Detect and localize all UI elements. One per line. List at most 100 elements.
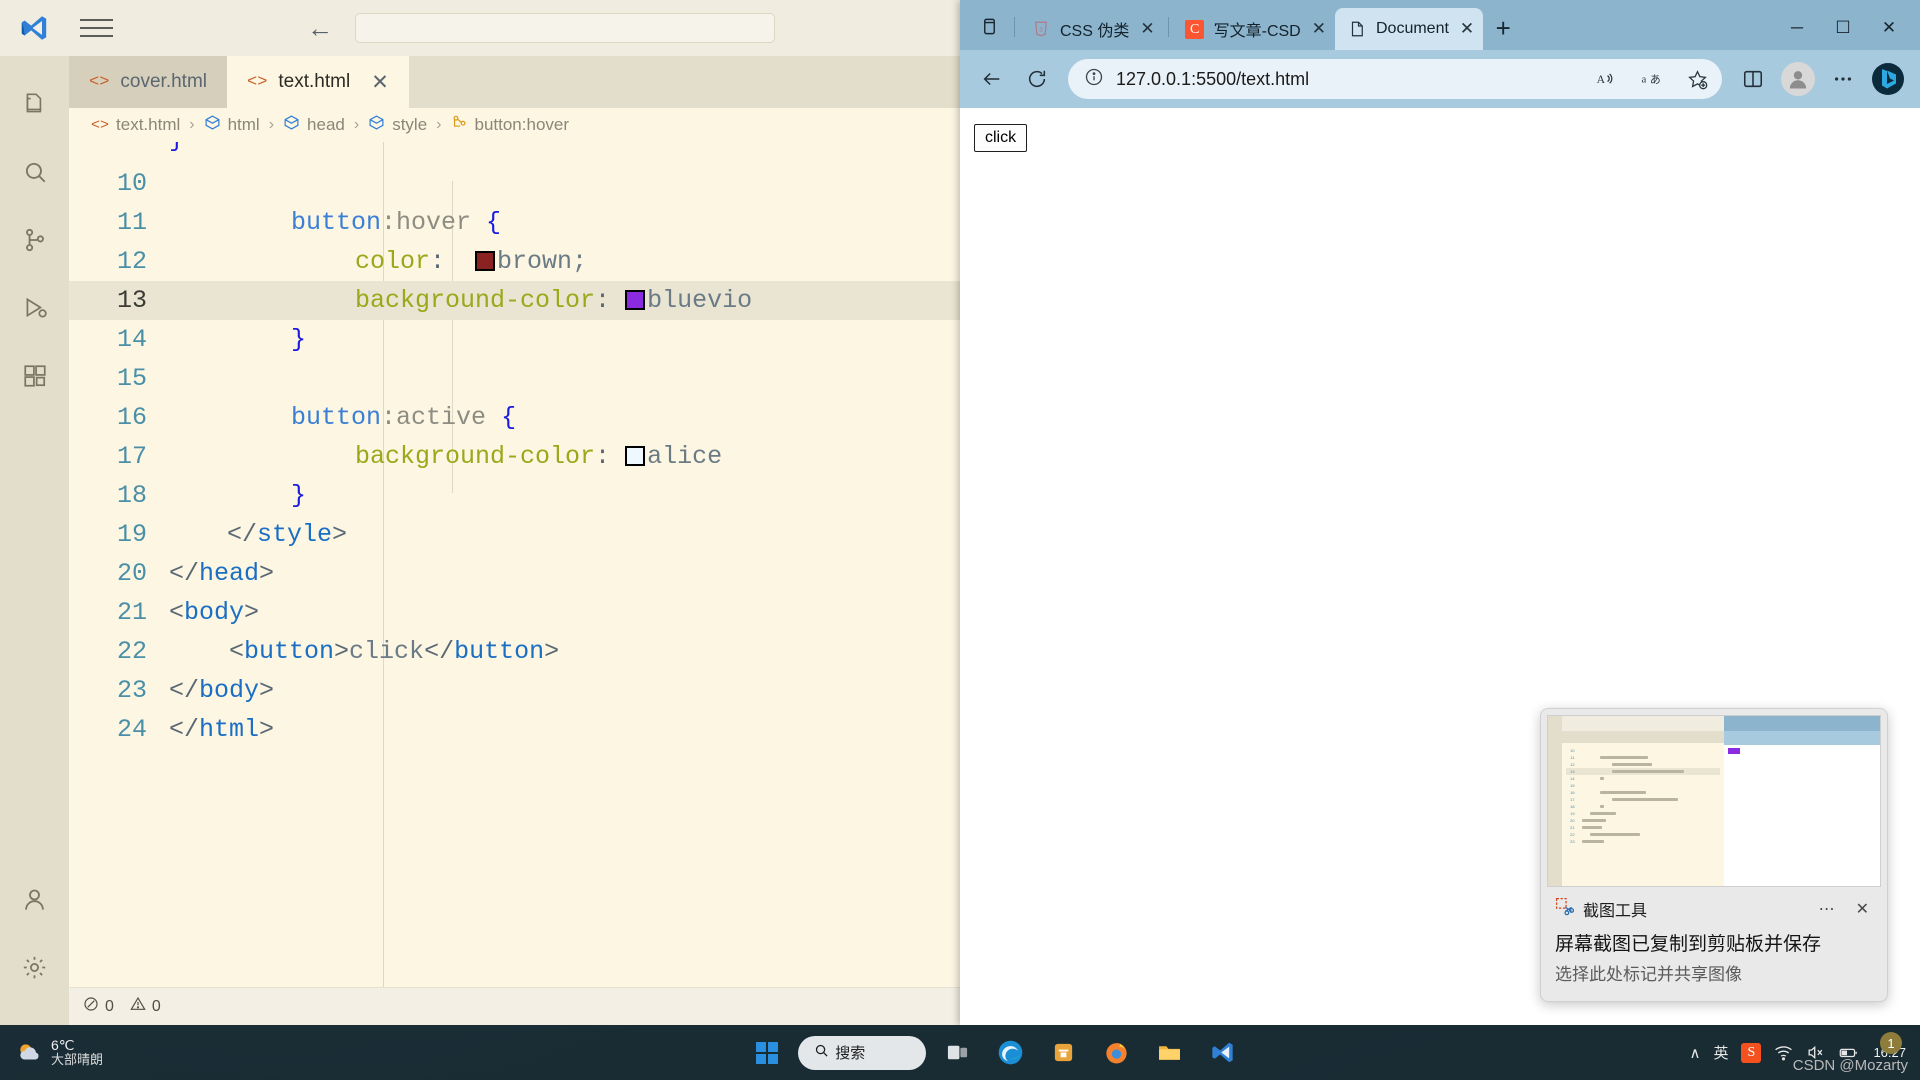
arrow-left-icon[interactable]: [972, 59, 1012, 99]
taskbar-app-task-view[interactable]: [935, 1031, 979, 1075]
editor-tab-text-html[interactable]: <> text.html ✕: [227, 56, 409, 108]
editor-tab-cover-html[interactable]: <> cover.html: [69, 56, 227, 108]
translate-icon[interactable]: a あ: [1634, 62, 1668, 96]
windows-start-icon[interactable]: [745, 1031, 789, 1075]
close-icon[interactable]: ✕: [1312, 19, 1326, 39]
taskbar-app-microsoft-store[interactable]: [1041, 1031, 1085, 1075]
info-circle-icon[interactable]: [1084, 67, 1104, 92]
code-row-current[interactable]: 13 background-color: bluevio: [69, 281, 960, 320]
browser-tab-title: CSS 伪类: [1060, 23, 1130, 40]
code-line-text: }: [291, 325, 307, 354]
browser-tab-csdn[interactable]: C 写文章-CSD ✕: [1173, 8, 1335, 50]
browser-tab-title: 写文章-CSD: [1213, 23, 1301, 40]
sidebar-item-accounts[interactable]: [0, 865, 69, 933]
code-row[interactable]: 15: [69, 359, 960, 398]
toast-body[interactable]: 屏幕截图已复制到剪贴板并保存 选择此处标记并共享图像: [1541, 925, 1887, 1001]
code-line-text: <button>click</button>: [229, 637, 560, 666]
code-row[interactable]: 16 button:active {: [69, 398, 960, 437]
tray-overflow-icon[interactable]: ∧: [1689, 1044, 1700, 1062]
code-row[interactable]: 11 button:hover {: [69, 203, 960, 242]
symbol-cube-icon: [283, 114, 300, 136]
code-row[interactable]: 10: [69, 164, 960, 203]
page-click-button[interactable]: click: [974, 124, 1028, 152]
sidebar-item-source-control[interactable]: [0, 206, 69, 274]
sidebar-item-run-and-debug[interactable]: [0, 274, 69, 342]
code-row[interactable]: 24 </html>: [69, 710, 960, 749]
breadcrumb-item-file[interactable]: <> text.html: [91, 115, 180, 135]
more-options-icon[interactable]: [1823, 59, 1863, 99]
address-bar[interactable]: 127.0.0.1:5500/text.html A a あ: [1068, 59, 1722, 99]
code-editor[interactable]: } 10 11 button:hover { 12 color:: [69, 142, 960, 987]
html-file-icon: <>: [89, 72, 110, 92]
warning-triangle-icon: [130, 996, 146, 1017]
css3-icon: 3: [1031, 19, 1051, 39]
sidebar-item-search[interactable]: [0, 138, 69, 206]
svg-text:3: 3: [1039, 26, 1043, 33]
browser-tab-document[interactable]: Document ✕: [1334, 8, 1484, 50]
breadcrumb-label: text.html: [116, 115, 181, 134]
status-warnings[interactable]: 0: [130, 996, 161, 1017]
new-tab-button[interactable]: +: [1483, 8, 1523, 48]
more-options-icon[interactable]: ⋯: [1813, 899, 1841, 919]
refresh-icon[interactable]: [1017, 59, 1057, 99]
read-aloud-icon[interactable]: A: [1588, 62, 1622, 96]
taskbar-weather-widget[interactable]: 6℃ 大部晴朗: [0, 1037, 300, 1068]
code-line-text: background-color: bluevio: [355, 286, 753, 315]
status-errors[interactable]: 0: [83, 996, 114, 1017]
close-icon[interactable]: ✕: [1140, 19, 1154, 39]
sogou-ime-icon[interactable]: S: [1741, 1042, 1762, 1063]
add-favorite-star-icon[interactable]: [1680, 62, 1714, 96]
browser-tab-css-pseudo[interactable]: 3 CSS 伪类 ✕: [1019, 8, 1164, 50]
line-number: 22: [116, 637, 147, 666]
code-row[interactable]: 17 background-color: alice: [69, 437, 960, 476]
close-icon[interactable]: ✕: [1850, 899, 1875, 919]
html-file-icon: <>: [247, 72, 268, 92]
code-row[interactable]: 19 </style>: [69, 515, 960, 554]
code-lines: } 10 11 button:hover { 12 color:: [69, 142, 960, 749]
code-row[interactable]: 23 </body>: [69, 671, 960, 710]
profile-avatar-icon[interactable]: [1778, 59, 1818, 99]
minimize-button[interactable]: ─: [1774, 6, 1820, 50]
split-screen-icon[interactable]: [1733, 59, 1773, 99]
status-errors-count: 0: [105, 997, 114, 1015]
taskbar-app-microsoft-edge[interactable]: [988, 1031, 1032, 1075]
breadcrumb-item-html[interactable]: html: [204, 114, 260, 136]
vscode-title-bar: ←: [0, 0, 960, 56]
close-button[interactable]: ✕: [1866, 6, 1912, 50]
breadcrumb-item-rule[interactable]: button:hover: [451, 114, 569, 136]
code-row[interactable]: 21 <body>: [69, 593, 960, 632]
wifi-icon[interactable]: [1774, 1043, 1793, 1062]
taskbar-search-box[interactable]: 搜索: [798, 1035, 927, 1070]
line-number: 14: [116, 325, 147, 354]
code-row[interactable]: 12 color: brown;: [69, 242, 960, 281]
arrow-left-icon[interactable]: ←: [307, 15, 333, 41]
copilot-bing-icon[interactable]: [1868, 59, 1908, 99]
taskbar-app-visual-studio-code[interactable]: [1200, 1031, 1244, 1075]
code-row[interactable]: 22 <button>click</button>: [69, 632, 960, 671]
ime-language-indicator[interactable]: 英: [1713, 1042, 1728, 1063]
tab-actions-icon[interactable]: [968, 5, 1010, 47]
taskbar-center: 搜索: [300, 1031, 1689, 1075]
code-row[interactable]: 18 }: [69, 476, 960, 515]
taskbar-app-file-explorer[interactable]: [1147, 1031, 1191, 1075]
code-row[interactable]: 20 </head>: [69, 554, 960, 593]
code-row[interactable]: 14 }: [69, 320, 960, 359]
code-line-text: </body>: [169, 676, 275, 705]
hamburger-menu-icon[interactable]: [70, 6, 122, 50]
breadcrumb-separator: ›: [189, 116, 195, 133]
sidebar-item-explorer[interactable]: [0, 70, 69, 138]
notification-badge: 1: [1880, 1032, 1902, 1054]
sidebar-item-settings[interactable]: [0, 933, 69, 1001]
notification-toast[interactable]: 10 11 12 13 14 15 16 17 18 19 20 21 22 2…: [1540, 708, 1888, 1002]
screenshot-preview[interactable]: 10 11 12 13 14 15 16 17 18 19 20 21 22 2…: [1547, 715, 1881, 887]
vscode-command-center[interactable]: [355, 13, 775, 43]
taskbar-app-firefox[interactable]: [1094, 1031, 1138, 1075]
maximize-button[interactable]: ☐: [1820, 6, 1866, 50]
sidebar-item-extensions[interactable]: [0, 342, 69, 410]
color-swatch-blueviolet: [625, 290, 646, 310]
close-icon[interactable]: ✕: [1460, 19, 1474, 39]
breadcrumb-item-style[interactable]: style: [368, 114, 427, 136]
line-number: 23: [116, 676, 147, 705]
breadcrumb-item-head[interactable]: head: [283, 114, 345, 136]
close-icon[interactable]: ✕: [371, 70, 389, 95]
